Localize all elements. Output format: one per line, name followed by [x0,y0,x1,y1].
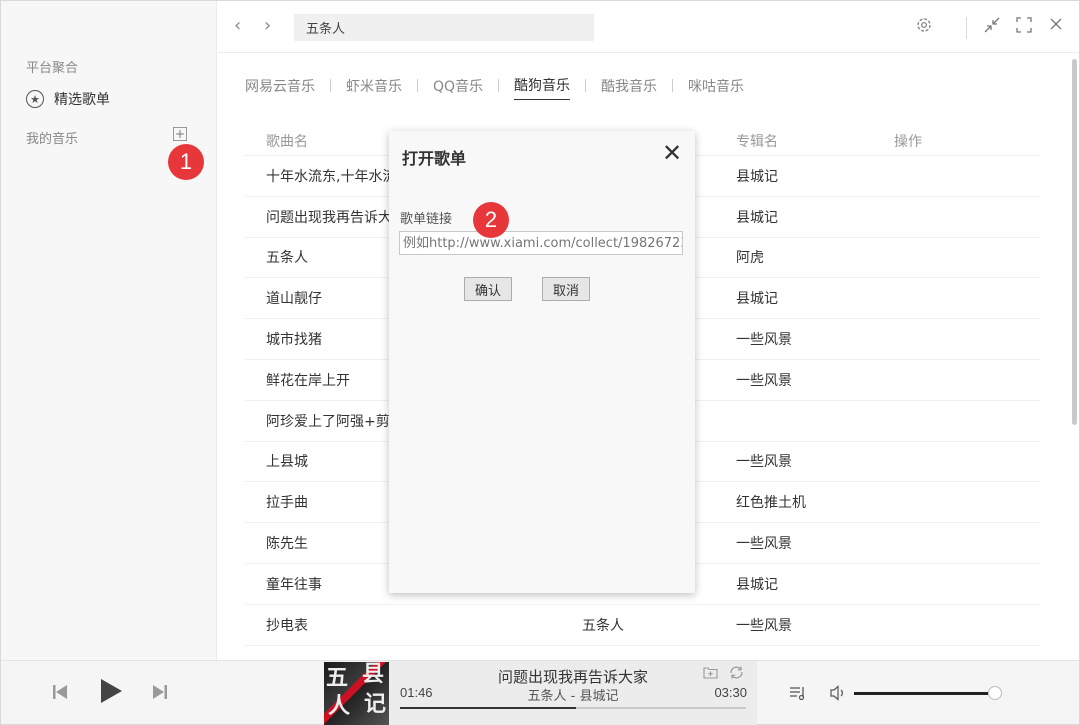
player-bar: 五县 人记 问题出现我再告诉大家 五条人 - 县城记 01:46 03:30 [1,660,1079,725]
tab-platform-4[interactable]: 酷我音乐 [601,76,657,100]
song-album-cell: 阿虎 [736,250,764,267]
platform-tabs: 网易云音乐 虾米音乐 QQ音乐 酷狗音乐 酷我音乐 咪咕音乐 [245,75,744,100]
playlist-queue-icon[interactable] [789,685,807,705]
minimize-icon[interactable] [983,16,1001,38]
song-album-cell: 一些风景 [736,332,792,349]
repeat-icon[interactable] [729,665,744,684]
playlist-link-input[interactable] [399,231,683,255]
song-album-cell: 一些风景 [736,536,792,553]
step-badge-2: 2 [473,202,509,238]
play-icon[interactable] [99,678,123,708]
add-playlist-icon[interactable]: + [173,127,187,141]
progress-bar[interactable] [400,707,746,709]
sidebar: 平台聚合 ★ 精选歌单 我的音乐 + [1,1,217,660]
sidebar-item-featured[interactable]: ★ 精选歌单 [26,89,110,109]
dialog-title: 打开歌单 [402,149,467,168]
app-window: 平台聚合 ★ 精选歌单 我的音乐 + 1 ‹ › 网易云音乐 虾米音乐 QQ音乐 酷狗… [0,0,1080,725]
now-playing-subtitle: 五条人 - 县城记 [527,689,619,704]
previous-track-icon[interactable] [51,683,69,705]
volume-fill [854,692,989,695]
volume-icon[interactable] [829,684,847,706]
back-arrow-icon[interactable]: ‹ [234,15,241,36]
song-album-cell: 一些风景 [736,454,792,471]
sidebar-section-platform: 平台聚合 [26,61,79,76]
top-divider [966,17,967,39]
volume-knob[interactable] [988,686,1002,700]
table-row[interactable]: 抄电表 五条人 一些风景 [245,605,1040,646]
tab-separator [417,79,418,92]
star-icon: ★ [26,90,44,108]
header-album: 专辑名 [736,133,778,150]
next-track-icon[interactable] [151,683,169,705]
top-bar: ‹ › [218,1,1079,53]
now-playing-panel: 问题出现我再告诉大家 五条人 - 县城记 01:46 03:30 [389,661,757,725]
progress-fill [400,707,577,709]
current-time: 01:46 [400,685,433,700]
scrollbar[interactable] [1072,59,1077,425]
tab-platform-2[interactable]: QQ音乐 [433,76,483,100]
tab-separator [672,79,674,92]
song-artist-cell: 五条人 [582,617,624,634]
playlist-link-label: 歌单链接 [400,212,453,227]
volume-slider[interactable] [854,692,994,695]
tab-platform-1[interactable]: 虾米音乐 [346,76,402,100]
tab-separator [498,79,500,92]
tab-platform-3[interactable]: 酷狗音乐 [514,75,571,100]
tab-platform-0[interactable]: 网易云音乐 [245,76,315,100]
song-album-cell: 县城记 [736,168,778,185]
now-playing-title: 问题出现我再告诉大家 [497,668,648,686]
settings-gear-icon[interactable] [915,16,933,38]
cancel-button[interactable]: 取消 [542,277,591,301]
header-actions: 操作 [894,133,922,150]
song-album-cell: 一些风景 [736,372,792,389]
forward-arrow-icon[interactable]: › [264,15,271,36]
song-title-cell: 抄电表 [266,617,308,634]
add-to-playlist-icon[interactable] [703,665,718,684]
tab-platform-5[interactable]: 咪咕音乐 [688,76,744,100]
song-album-cell: 县城记 [736,576,778,593]
confirm-button[interactable]: 确认 [464,277,513,301]
tab-separator [585,79,587,92]
song-album-cell: 红色推土机 [736,495,806,512]
step-badge-1: 1 [168,144,204,180]
album-cover-image[interactable]: 五县 人记 [324,662,389,725]
song-album-cell: 一些风景 [736,617,792,634]
search-input[interactable] [294,14,594,41]
open-playlist-dialog: 打开歌单 ✕ 歌单链接 确认 取消 [389,131,695,593]
song-album-cell: 县城记 [736,291,778,308]
sidebar-section-mine: 我的音乐 [26,132,79,147]
song-album-cell: 县城记 [736,209,778,226]
sidebar-item-label: 精选歌单 [54,92,110,108]
total-time: 03:30 [714,685,747,700]
fullscreen-icon[interactable] [1015,16,1033,38]
tab-separator [330,79,331,92]
dialog-close-icon[interactable]: ✕ [662,139,682,167]
close-window-icon[interactable] [1048,16,1064,36]
